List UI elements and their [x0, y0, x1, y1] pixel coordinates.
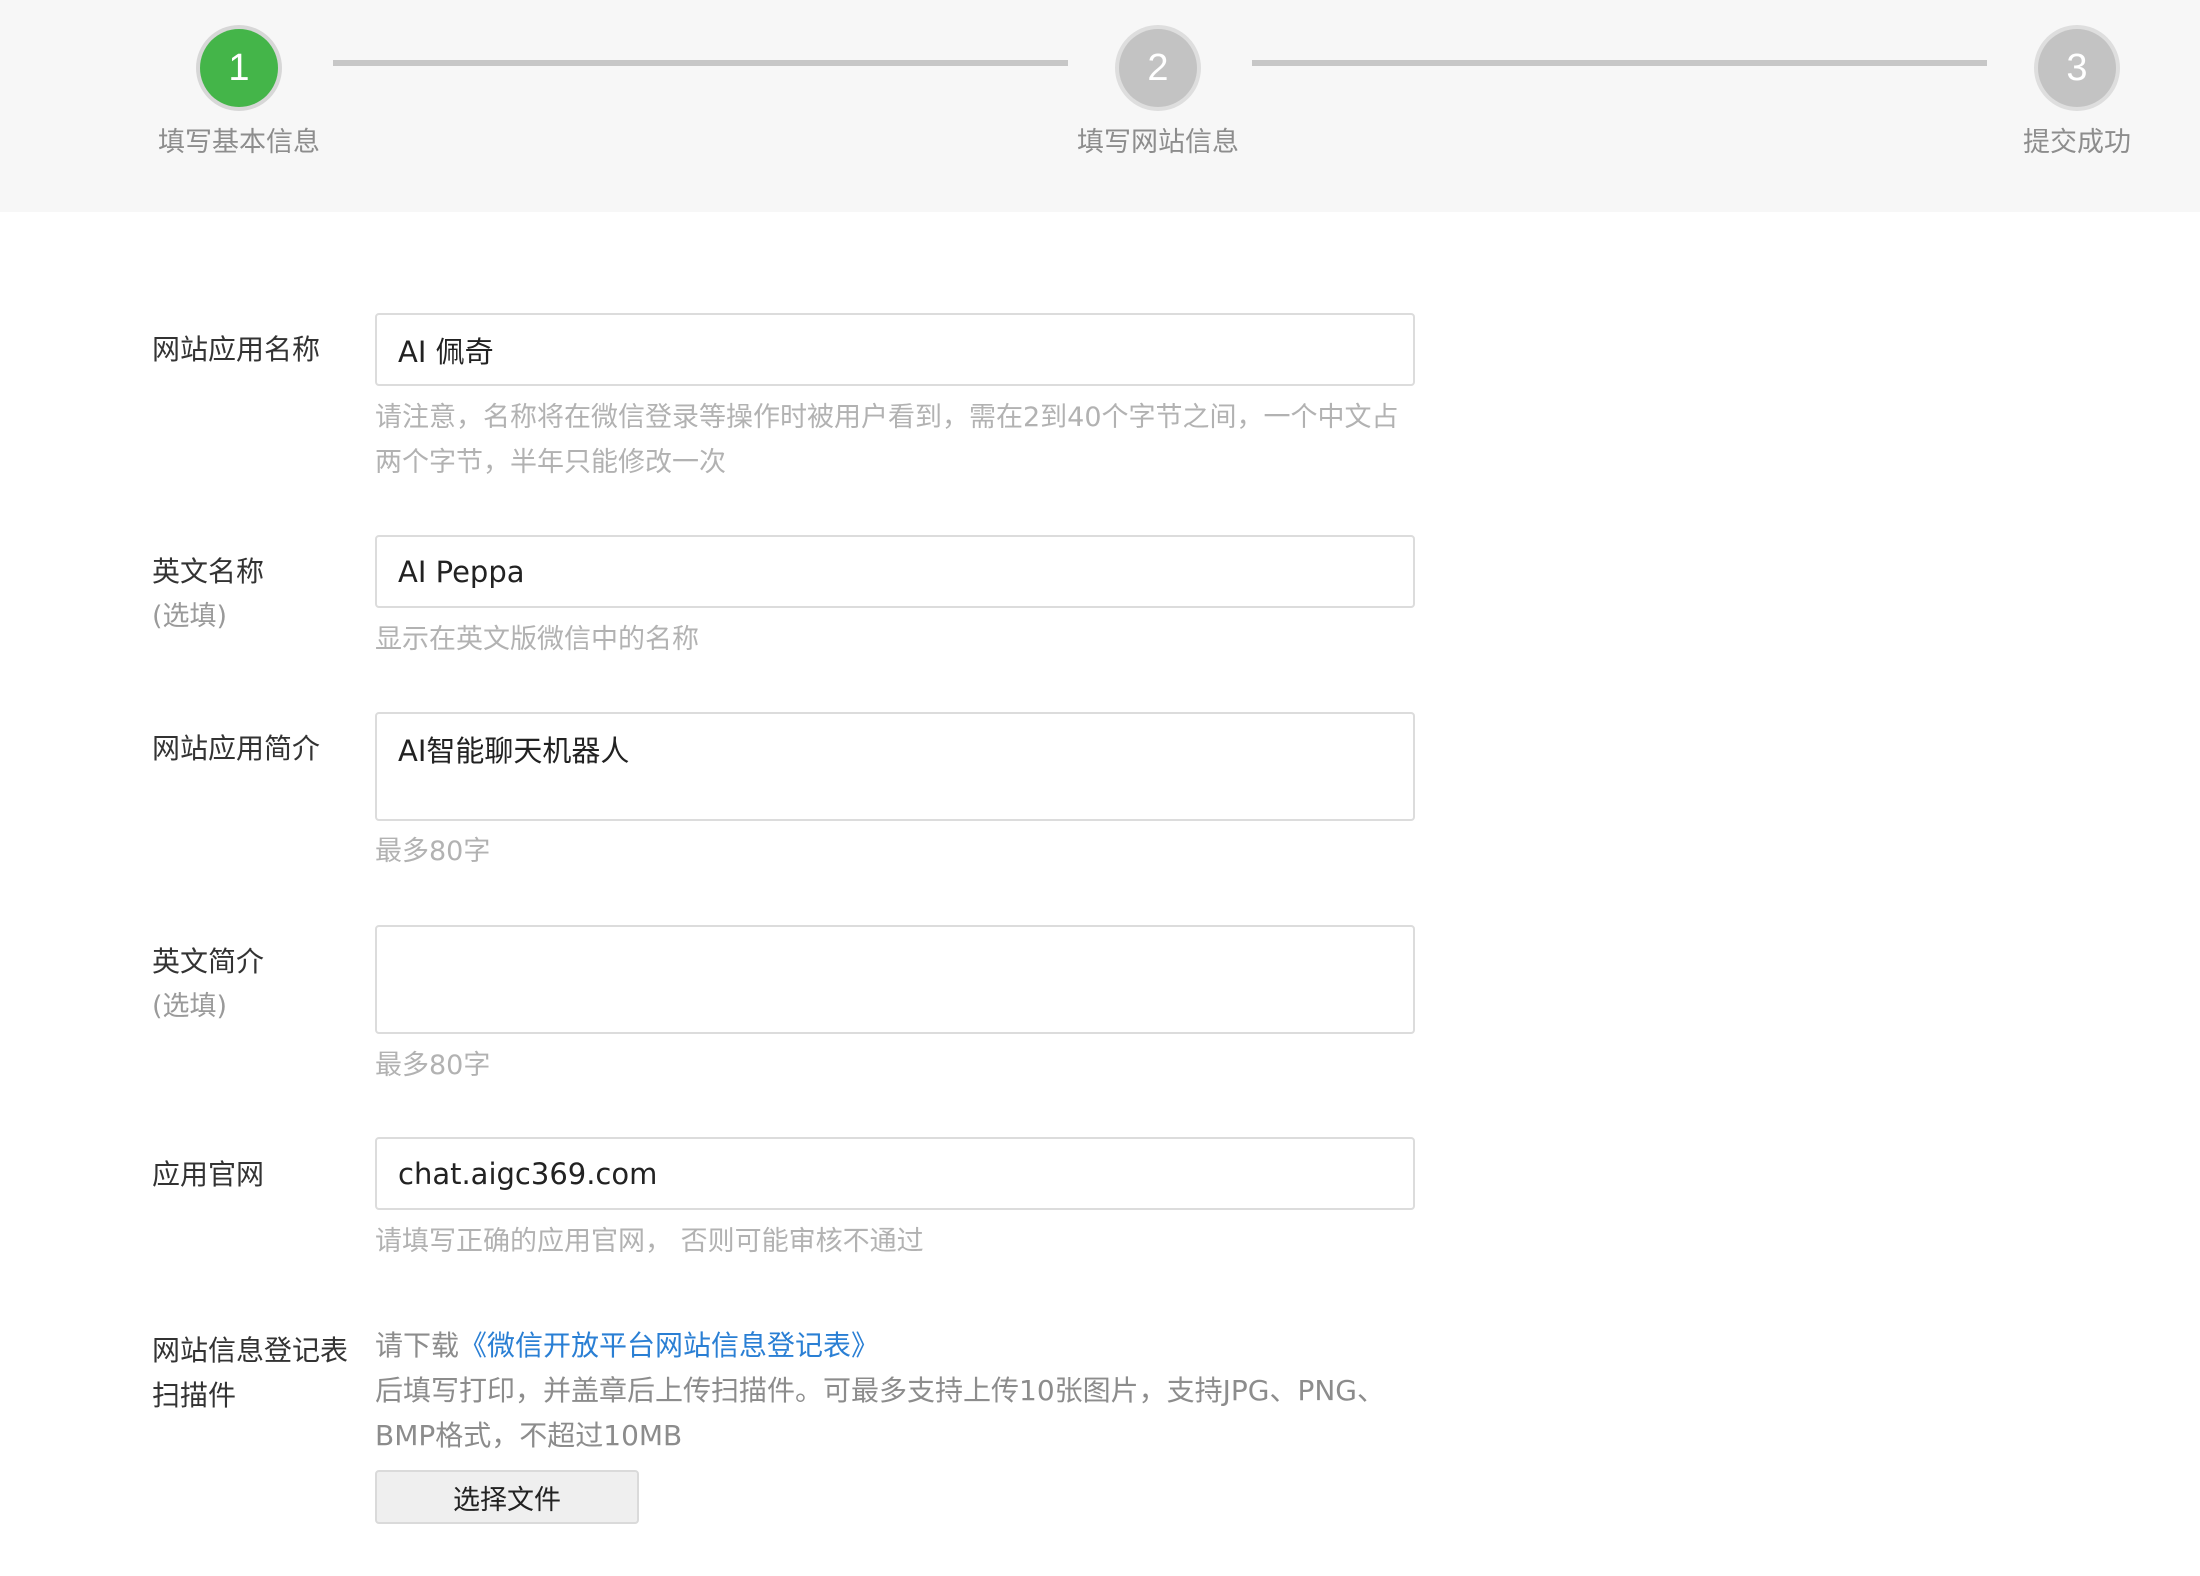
step-2-label: 填写网站信息 [1077, 127, 1239, 158]
app-name-hint: 请注意，名称将在微信登录等操作时被用户看到，需在2到40个字节之间，一个中文占两… [375, 402, 1399, 478]
registration-form-label-line1: 网站信息登记表 [152, 1334, 349, 1367]
registration-desc-rest: 后填写打印，并盖章后上传扫描件。可最多支持上传10张图片，支持JPG、PNG、B… [375, 1374, 1385, 1452]
step-3-circle: 3 [2038, 29, 2116, 107]
official-site-hint: 请填写正确的应用官网， 否则可能审核不通过 [375, 1226, 924, 1257]
registration-form-label: 网站信息登记表 扫描件 [152, 1328, 348, 1418]
official-site-value: chat.aigc369.com [398, 1156, 658, 1191]
registration-desc-prefix: 请下载 [375, 1329, 460, 1362]
english-name-hint: 显示在英文版微信中的名称 [375, 624, 699, 655]
registration-form-label-line2: 扫描件 [152, 1379, 237, 1412]
step-1-label: 填写基本信息 [158, 127, 320, 158]
english-name-input[interactable]: AI Peppa [375, 535, 1415, 608]
official-site-input[interactable]: chat.aigc369.com [375, 1137, 1415, 1210]
app-intro-hint: 最多80字 [375, 836, 491, 867]
step-connector-1 [333, 60, 1068, 66]
english-name-label-text: 英文名称 [152, 555, 265, 588]
choose-file-button-label: 选择文件 [453, 1484, 561, 1516]
english-intro-optional: (选填) [152, 991, 228, 1022]
progress-stepper: 1 填写基本信息 2 填写网站信息 3 提交成功 [0, 0, 2200, 212]
app-name-input[interactable]: AI 佩奇 [375, 313, 1415, 386]
app-intro-value: AI智能聊天机器人 [398, 734, 630, 768]
app-intro-label: 网站应用简介 [152, 732, 321, 765]
app-intro-textarea[interactable]: AI智能聊天机器人 [375, 712, 1415, 821]
step-1-circle: 1 [200, 29, 278, 107]
app-name-value: AI 佩奇 [398, 334, 494, 369]
english-intro-hint: 最多80字 [375, 1050, 491, 1081]
step-2-number: 2 [1147, 46, 1169, 89]
english-name-value: AI Peppa [398, 554, 525, 589]
app-name-label: 网站应用名称 [152, 333, 321, 366]
english-name-optional: (选填) [152, 601, 228, 632]
registration-form-download-link[interactable]: 《微信开放平台网站信息登记表》 [459, 1329, 879, 1362]
english-intro-textarea[interactable] [375, 925, 1415, 1034]
step-connector-2 [1252, 60, 1987, 66]
official-site-label: 应用官网 [152, 1158, 265, 1191]
choose-file-button[interactable]: 选择文件 [375, 1470, 639, 1524]
registration-form-description: 请下载《微信开放平台网站信息登记表》 后填写打印，并盖章后上传扫描件。可最多支持… [375, 1323, 1420, 1458]
english-intro-label: 英文简介 (选填) [152, 939, 264, 1029]
step-1-number: 1 [228, 46, 250, 89]
english-intro-label-text: 英文简介 [152, 945, 265, 978]
step-2-circle: 2 [1119, 29, 1197, 107]
english-name-label: 英文名称 (选填) [152, 549, 264, 639]
step-3-number: 3 [2066, 46, 2088, 89]
step-3-label: 提交成功 [2023, 127, 2131, 158]
